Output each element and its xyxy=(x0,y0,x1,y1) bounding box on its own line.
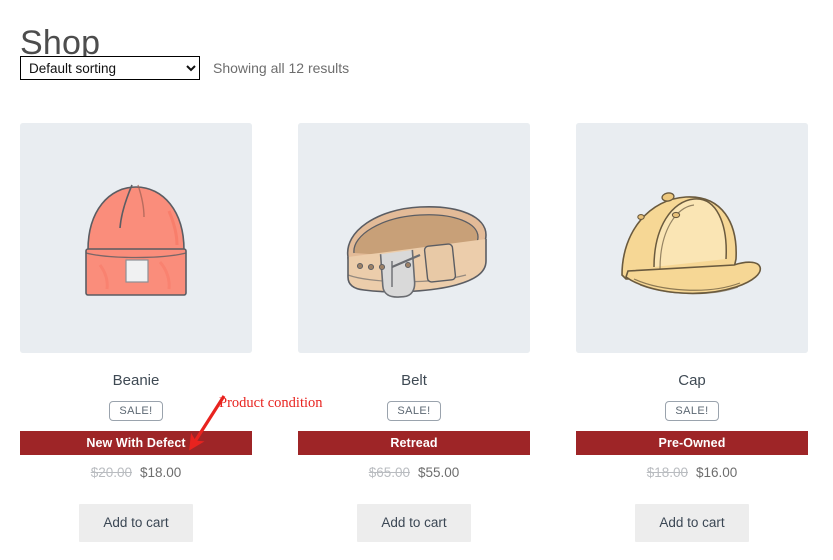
product-title: Beanie xyxy=(112,372,160,389)
condition-banner: Retread xyxy=(298,431,530,455)
condition-banner: Pre-Owned xyxy=(576,431,808,455)
price-sale: $18.00 xyxy=(140,465,182,480)
price-row: $18.00 $16.00 xyxy=(576,464,808,482)
badge-row: SALE! xyxy=(298,399,530,423)
product-card[interactable]: Belt SALE! Retread $65.00 $55.00 Add to c… xyxy=(298,123,530,542)
sale-badge: SALE! xyxy=(109,401,163,421)
sort-select[interactable]: Default sorting xyxy=(20,56,200,80)
result-count: Showing all 12 results xyxy=(213,60,350,76)
product-title: Cap xyxy=(678,372,706,389)
product-card[interactable]: Cap SALE! Pre-Owned $18.00 $16.00 Add to … xyxy=(576,123,808,542)
sale-badge: SALE! xyxy=(387,401,441,421)
badge-row: SALE! xyxy=(20,399,252,423)
price-original: $20.00 xyxy=(90,465,132,480)
add-to-cart-button[interactable]: Add to cart xyxy=(357,504,471,542)
shop-page: Shop Default sorting Showing all 12 resu… xyxy=(0,0,833,560)
shop-toolbar: Default sorting Showing all 12 results xyxy=(20,56,349,80)
price-row: $20.00 $18.00 xyxy=(20,464,252,482)
price-original: $65.00 xyxy=(368,465,410,480)
price-row: $65.00 $55.00 xyxy=(298,464,530,482)
product-image-belt[interactable] xyxy=(298,123,530,353)
add-to-cart-button[interactable]: Add to cart xyxy=(635,504,749,542)
product-title: Belt xyxy=(401,372,427,389)
condition-banner: New With Defect xyxy=(20,431,252,455)
badge-row: SALE! xyxy=(576,399,808,423)
price-sale: $55.00 xyxy=(418,465,460,480)
price-original: $18.00 xyxy=(646,465,688,480)
product-grid: Beanie SALE! New With Defect $20.00 $18.0… xyxy=(20,123,808,542)
sale-badge: SALE! xyxy=(665,401,719,421)
product-image-cap[interactable] xyxy=(576,123,808,353)
price-sale: $16.00 xyxy=(696,465,738,480)
product-image-beanie[interactable] xyxy=(20,123,252,353)
product-card[interactable]: Beanie SALE! New With Defect $20.00 $18.0… xyxy=(20,123,252,542)
add-to-cart-button[interactable]: Add to cart xyxy=(79,504,193,542)
